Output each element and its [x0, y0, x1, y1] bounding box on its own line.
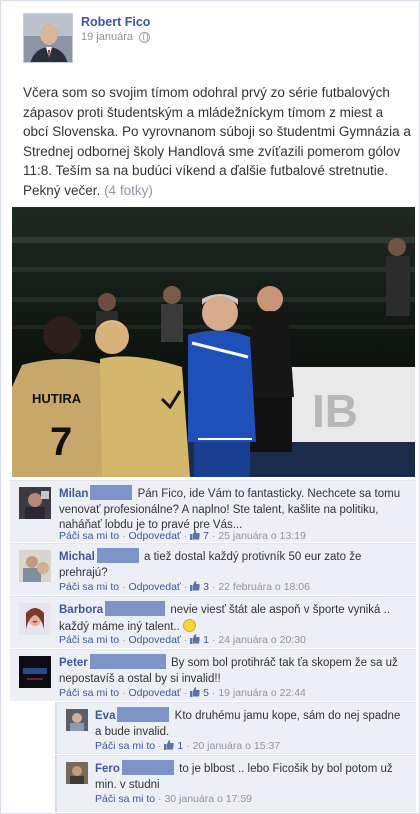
commenter-avatar[interactable] [66, 762, 88, 784]
commenter-name[interactable]: Milan [59, 488, 88, 500]
like-link[interactable]: Páči sa mi to [59, 687, 119, 699]
comment-date[interactable]: 20 januára o 15:37 [193, 740, 281, 752]
name-redaction [90, 485, 133, 500]
commenter-avatar[interactable] [66, 709, 88, 731]
comment-item: Peter By som bol protihráč tak ťa skopem… [10, 649, 416, 701]
author-avatar[interactable] [23, 13, 73, 63]
reply-item: Eva Kto druhému jamu kope, sám do nej sp… [55, 702, 416, 754]
comment-date[interactable]: 30 januára o 17:59 [164, 793, 252, 805]
commenter-name[interactable]: Eva [95, 710, 115, 722]
post-meta: 19 januára [81, 31, 150, 43]
post-date[interactable]: 19 januára [81, 31, 133, 43]
commenter-avatar[interactable] [19, 550, 51, 582]
photo-count-link[interactable]: (4 fotky) [104, 183, 153, 198]
comment-date[interactable]: 19 januára o 22:44 [218, 687, 306, 699]
comment-body: Barbora nevie viesť štát ale aspoň v špo… [59, 601, 406, 635]
comment-meta: Páči sa mi to · Odpovedať · 7 · 25 januá… [59, 530, 306, 542]
globe-icon[interactable] [139, 31, 150, 43]
jersey-name: HUTIRA [32, 391, 82, 406]
thumbs-up-icon[interactable] [164, 740, 175, 750]
author-name[interactable]: Robert Fico [81, 15, 150, 29]
jersey-number: 7 [50, 420, 72, 464]
like-count[interactable]: 5 [203, 687, 209, 699]
post-photo[interactable]: IB HUTIRA 7 [12, 207, 415, 477]
comment-item: Michal a tiež dostal každý protivník 50 … [10, 543, 416, 595]
like-count[interactable]: 3 [203, 581, 209, 593]
comment-meta: Páči sa mi to · Odpovedať · 3 · 22 febru… [59, 581, 310, 593]
like-link[interactable]: Páči sa mi to [95, 793, 155, 805]
commenter-avatar[interactable] [19, 603, 51, 635]
name-redaction [96, 548, 139, 563]
name-redaction [121, 760, 174, 775]
thumbs-up-icon[interactable] [190, 634, 200, 644]
comment-body: Milan Pán Fico, ide Vám to fantasticky. … [59, 485, 406, 534]
facebook-post: Robert Fico 19 januára Včera som so svoj… [0, 0, 420, 814]
like-link[interactable]: Páči sa mi to [59, 581, 119, 593]
thumbs-up-icon[interactable] [190, 687, 200, 697]
comment-body: Michal a tiež dostal každý protivník 50 … [59, 548, 406, 581]
name-redaction [89, 654, 166, 669]
reply-link[interactable]: Odpovedať [128, 530, 180, 542]
comment-date[interactable]: 25 januára o 13:19 [218, 530, 306, 542]
comment-meta: Páči sa mi to · 1 · 20 januára o 15:37 [95, 740, 281, 752]
comment-date[interactable]: 24 januára o 20:30 [218, 634, 306, 646]
thumbs-up-icon[interactable] [190, 581, 200, 591]
reply-link[interactable]: Odpovedať [128, 581, 180, 593]
comment-body: Peter By som bol protihráč tak ťa skopem… [59, 654, 406, 687]
smiley-icon [183, 618, 197, 632]
commenter-avatar[interactable] [19, 656, 51, 688]
reply-link[interactable]: Odpovedať [128, 634, 180, 646]
comment-item: Barbora nevie viesť štát ale aspoň v špo… [10, 596, 416, 648]
comment-meta: Páči sa mi to · 30 januára o 17:59 [95, 793, 253, 805]
like-count[interactable]: 1 [203, 634, 209, 646]
banner-text: IB [312, 385, 358, 437]
like-link[interactable]: Páči sa mi to [59, 530, 119, 542]
comment-item: Milan Pán Fico, ide Vám to fantasticky. … [10, 480, 416, 542]
commenter-name[interactable]: Michal [59, 551, 95, 563]
reply-item: Fero to je blbost .. lebo Ficošik by bol… [55, 755, 416, 812]
comment-body: Fero to je blbost .. lebo Ficošik by bol… [95, 760, 406, 793]
commenter-avatar[interactable] [19, 487, 51, 519]
post-text: Včera som so svojim tímom odohral prvý z… [23, 83, 411, 200]
comment-meta: Páči sa mi to · Odpovedať · 5 · 19 januá… [59, 687, 306, 699]
post-body: Včera som so svojim tímom odohral prvý z… [23, 85, 411, 198]
like-count[interactable]: 1 [177, 740, 183, 752]
name-redaction [105, 601, 166, 616]
comment-meta: Páči sa mi to · Odpovedať · 1 · 24 januá… [59, 634, 306, 646]
comment-date[interactable]: 22 februára o 18:06 [218, 581, 310, 593]
commenter-name[interactable]: Barbora [59, 604, 103, 616]
like-count[interactable]: 7 [203, 530, 209, 542]
commenter-name[interactable]: Peter [59, 657, 88, 669]
like-link[interactable]: Páči sa mi to [59, 634, 119, 646]
commenter-name[interactable]: Fero [95, 763, 120, 775]
comment-body: Eva Kto druhému jamu kope, sám do nej sp… [95, 707, 406, 740]
thumbs-up-icon[interactable] [190, 530, 200, 540]
name-redaction [117, 707, 170, 722]
reply-link[interactable]: Odpovedať [128, 687, 180, 699]
like-link[interactable]: Páči sa mi to [95, 740, 155, 752]
